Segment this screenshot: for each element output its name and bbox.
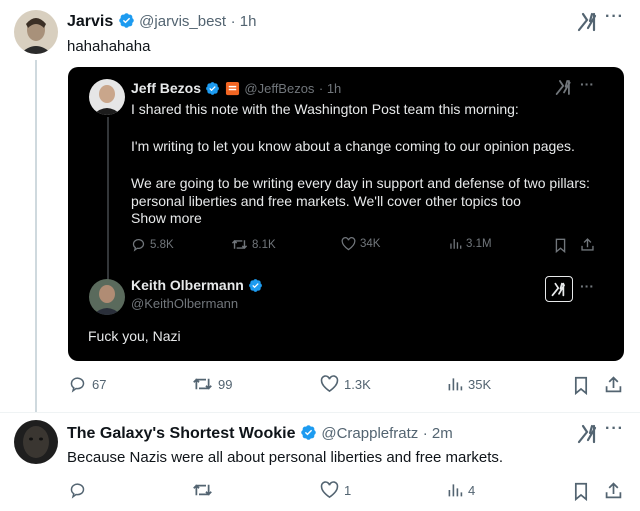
like-button[interactable]: 1: [320, 481, 351, 499]
reply-count: 5.8K: [150, 238, 174, 251]
verified-badge-icon: [118, 13, 134, 28]
like-count: 1: [344, 482, 352, 498]
more-icon[interactable]: ···: [580, 278, 594, 294]
verified-badge-icon: [249, 279, 263, 292]
author-name[interactable]: The Galaxy's Shortest Wookie: [67, 425, 295, 442]
reply-button[interactable]: 5.8K: [131, 237, 174, 252]
views-count: 3.1M: [466, 237, 492, 250]
reply-button[interactable]: [68, 481, 92, 499]
bookmark-icon[interactable]: [573, 376, 589, 395]
views-count: 35K: [468, 376, 492, 392]
share-icon[interactable]: [604, 481, 623, 500]
grok-button[interactable]: [545, 276, 573, 302]
like-icon: [341, 237, 356, 251]
reply-text: Fuck you, Nazi: [88, 328, 181, 344]
reply-icon: [70, 377, 85, 393]
bookmark-icon[interactable]: [573, 482, 589, 501]
bezos-avatar[interactable]: [89, 79, 125, 115]
views-icon: [448, 484, 463, 497]
retweet-icon: [193, 378, 212, 390]
verified-badge-icon: [206, 82, 220, 95]
timestamp[interactable]: · 2m: [423, 425, 453, 442]
author-handle[interactable]: @Crapplefratz: [321, 425, 418, 442]
more-icon[interactable]: ···: [605, 8, 624, 26]
like-icon: [320, 481, 339, 499]
retweet-count: 99: [218, 376, 233, 392]
tweet-divider: [0, 412, 640, 413]
reply-author-handle[interactable]: @KeithOlbermann: [131, 296, 238, 311]
quote-timestamp[interactable]: · 1h: [319, 81, 341, 96]
views-button[interactable]: 3.1M: [449, 237, 492, 250]
views-button[interactable]: 4: [447, 482, 475, 498]
grok-icon[interactable]: [577, 12, 599, 32]
thread-line: [35, 60, 37, 412]
quote-line-3: We are going to be writing every day in …: [131, 175, 590, 191]
author-handle[interactable]: @jarvis_best: [139, 13, 226, 30]
reply-icon: [70, 483, 85, 499]
retweet-icon: [193, 484, 212, 496]
share-icon[interactable]: [604, 375, 623, 394]
bookmark-icon[interactable]: [554, 238, 567, 253]
retweet-count: 8.1K: [252, 238, 276, 251]
tweet-text: hahahahaha: [67, 38, 151, 55]
more-icon[interactable]: ···: [605, 420, 624, 438]
reply-author-name[interactable]: Keith Olbermann: [131, 277, 244, 293]
reply-icon: [132, 239, 145, 252]
views-icon: [448, 378, 463, 391]
quote-author-name[interactable]: Jeff Bezos: [131, 80, 201, 96]
views-icon: [450, 238, 462, 249]
views-button[interactable]: 35K: [447, 376, 491, 392]
retweet-button[interactable]: [192, 481, 218, 499]
retweet-button[interactable]: 99: [192, 375, 232, 393]
retweet-icon: [231, 239, 248, 250]
quoted-thread-card[interactable]: Jeff Bezos @JeffBezos · 1h ··· I shared …: [68, 67, 624, 361]
affiliate-badge-icon: [225, 81, 239, 96]
reply-count: 67: [92, 376, 107, 392]
like-button[interactable]: 1.3K: [320, 375, 371, 393]
like-button[interactable]: 34K: [341, 237, 380, 251]
tweet-text: Because Nazis were all about personal li…: [67, 449, 504, 466]
quote-line-1: I shared this note with the Washington P…: [131, 101, 519, 117]
quote-author-handle[interactable]: @JeffBezos: [244, 81, 314, 96]
grok-icon[interactable]: [555, 79, 573, 96]
like-count: 34K: [360, 238, 381, 250]
timestamp[interactable]: · 1h: [231, 13, 257, 30]
jarvis-avatar[interactable]: [14, 10, 58, 54]
share-icon[interactable]: [580, 237, 595, 252]
retweet-button[interactable]: 8.1K: [231, 237, 276, 252]
show-more-link[interactable]: Show more: [131, 209, 202, 228]
olbermann-avatar[interactable]: [89, 279, 125, 315]
author-name[interactable]: Jarvis: [67, 13, 113, 30]
views-count: 4: [468, 482, 476, 498]
wookie-avatar[interactable]: [14, 420, 58, 464]
inner-thread-line: [107, 117, 109, 287]
reply-button[interactable]: 67: [68, 375, 106, 393]
grok-icon: [551, 282, 565, 296]
like-count: 1.3K: [344, 376, 371, 392]
quote-line-2: I'm writing to let you know about a chan…: [131, 138, 575, 154]
more-icon[interactable]: ···: [580, 76, 594, 92]
like-icon: [320, 375, 339, 393]
verified-badge-icon: [301, 425, 316, 440]
grok-icon[interactable]: [577, 424, 599, 444]
